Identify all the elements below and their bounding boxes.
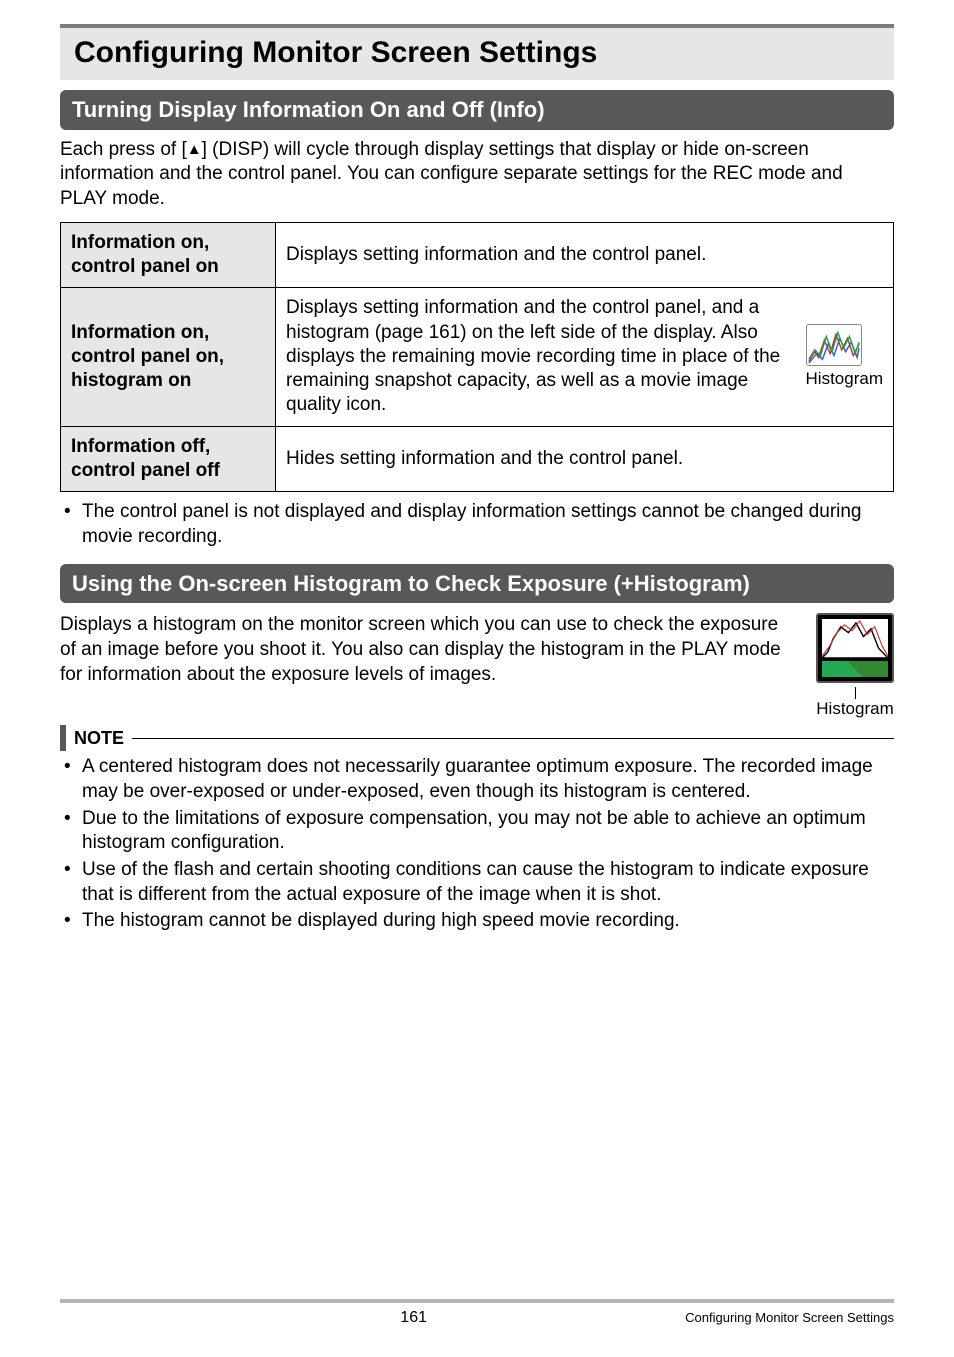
note-rule: [132, 738, 894, 739]
table-row: Information on, control panel on, histog…: [61, 288, 894, 427]
up-triangle-icon: ▲: [187, 140, 202, 160]
row3-label: Information off, control panel off: [61, 426, 276, 492]
row2-cell: Displays setting information and the con…: [276, 288, 894, 427]
info-modes-table: Information on, control panel on Display…: [60, 222, 894, 493]
section1-intro: Each press of [▲] (DISP) will cycle thro…: [60, 138, 894, 212]
section2-intro: Displays a histogram on the monitor scre…: [60, 613, 796, 687]
row2-figure: Histogram: [806, 324, 883, 390]
list-item: A centered histogram does not necessaril…: [60, 755, 894, 804]
row1-desc: Displays setting information and the con…: [276, 222, 894, 288]
footer-running-title: Configuring Monitor Screen Settings: [477, 1310, 894, 1325]
table-row: Information on, control panel on Display…: [61, 222, 894, 288]
page-footer: 161 Configuring Monitor Screen Settings: [60, 1299, 894, 1327]
chapter-title-bar: Configuring Monitor Screen Settings: [60, 24, 894, 80]
section1-note-list: The control panel is not displayed and d…: [60, 500, 894, 549]
section2-note-list: A centered histogram does not necessaril…: [60, 755, 894, 934]
chapter-title: Configuring Monitor Screen Settings: [74, 36, 880, 70]
table-row: Information off, control panel off Hides…: [61, 426, 894, 492]
note-label: NOTE: [74, 728, 124, 749]
row1-label: Information on, control panel on: [61, 222, 276, 288]
histogram-icon: [806, 324, 862, 366]
note-bar-icon: [60, 725, 66, 751]
row2-fig-caption: Histogram: [806, 368, 883, 390]
list-item: The histogram cannot be displayed during…: [60, 909, 894, 934]
note-header: NOTE: [60, 725, 894, 751]
section-heading-info: Turning Display Information On and Off (…: [60, 90, 894, 130]
row2-label: Information on, control panel on, histog…: [61, 288, 276, 427]
section2-fig-caption: Histogram: [816, 699, 894, 719]
page-number: 161: [60, 1309, 477, 1327]
section2-figure: Histogram: [816, 613, 894, 719]
row3-desc: Hides setting information and the contro…: [276, 426, 894, 492]
row2-desc: Displays setting information and the con…: [286, 296, 796, 418]
section-heading-histogram: Using the On-screen Histogram to Check E…: [60, 564, 894, 604]
list-item: The control panel is not displayed and d…: [60, 500, 894, 549]
list-item: Due to the limitations of exposure compe…: [60, 807, 894, 856]
list-item: Use of the flash and certain shooting co…: [60, 858, 894, 907]
intro-pre: Each press of [: [60, 139, 187, 160]
histogram-large-icon: [816, 613, 894, 683]
